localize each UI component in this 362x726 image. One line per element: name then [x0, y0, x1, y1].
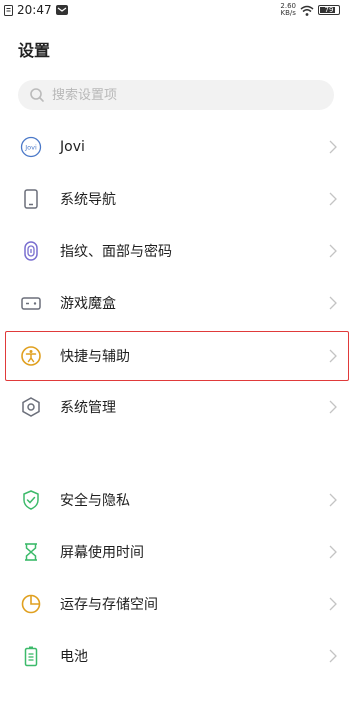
page-title: 设置 — [18, 41, 51, 60]
battery-icon — [24, 646, 38, 667]
battery-indicator: 79 — [318, 5, 340, 15]
notification-doc-icon — [4, 4, 13, 16]
settings-item-label: 电池 — [60, 649, 88, 665]
settings-item-jovi[interactable]: Jovi Jovi — [0, 123, 362, 171]
settings-item-battery[interactable]: 电池 — [0, 632, 362, 680]
chevron-right-icon — [329, 493, 337, 507]
chevron-right-icon — [329, 140, 337, 154]
wifi-icon — [300, 5, 314, 16]
network-speed: 2.60 KB/s — [280, 2, 296, 17]
settings-item-fingerprint-face-password[interactable]: 指纹、面部与密码 — [0, 227, 362, 275]
chevron-right-icon — [329, 597, 337, 611]
settings-item-label: 系统管理 — [60, 400, 116, 416]
phone-navigation-icon — [24, 189, 38, 209]
highlight-box — [5, 331, 349, 381]
settings-item-label: 游戏魔盒 — [60, 296, 116, 312]
shield-icon — [23, 490, 39, 510]
settings-item-label: 系统导航 — [60, 192, 116, 208]
mail-icon — [55, 5, 68, 15]
settings-item-screen-time[interactable]: 屏幕使用时间 — [0, 528, 362, 576]
game-box-icon — [21, 297, 41, 310]
system-management-icon — [22, 397, 40, 417]
settings-item-label: Jovi — [60, 139, 85, 155]
chevron-right-icon — [329, 400, 337, 414]
settings-item-label: 安全与隐私 — [60, 493, 130, 509]
fingerprint-icon — [24, 241, 38, 261]
status-right: 2.60 KB/s 79 — [280, 3, 340, 17]
chevron-right-icon — [329, 192, 337, 206]
settings-item-memory-storage[interactable]: 运存与存储空间 — [0, 580, 362, 628]
chevron-right-icon — [329, 244, 337, 258]
status-left: 20:47 — [4, 3, 68, 17]
jovi-icon: Jovi — [20, 136, 42, 158]
search-bar[interactable] — [18, 80, 334, 110]
settings-item-label: 屏幕使用时间 — [60, 545, 144, 561]
hourglass-icon — [25, 543, 37, 561]
settings-item-system-navigation[interactable]: 系统导航 — [0, 175, 362, 223]
svg-text:Jovi: Jovi — [24, 144, 37, 152]
chevron-right-icon — [329, 296, 337, 310]
settings-item-security-privacy[interactable]: 安全与隐私 — [0, 476, 362, 524]
status-time: 20:47 — [17, 3, 52, 17]
settings-item-system-management[interactable]: 系统管理 — [0, 383, 362, 431]
settings-item-label: 运存与存储空间 — [60, 597, 158, 613]
status-bar: 20:47 2.60 KB/s 79 — [0, 0, 362, 22]
settings-item-game-box[interactable]: 游戏魔盒 — [0, 279, 362, 327]
storage-pie-icon — [21, 594, 41, 614]
search-icon — [30, 88, 44, 102]
settings-item-label: 指纹、面部与密码 — [60, 244, 172, 260]
search-input[interactable] — [50, 86, 314, 104]
chevron-right-icon — [329, 649, 337, 663]
chevron-right-icon — [329, 545, 337, 559]
